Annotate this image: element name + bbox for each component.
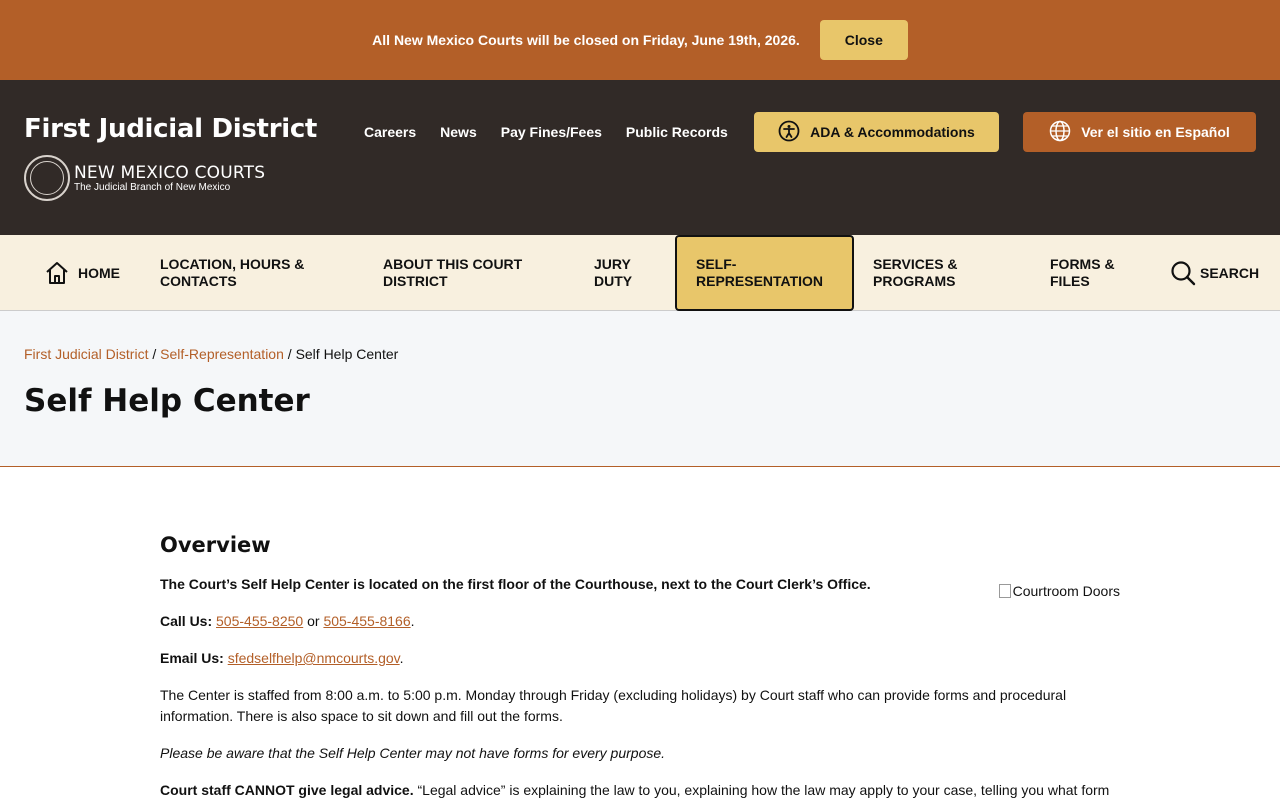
breadcrumb-current: Self Help Center xyxy=(295,346,399,362)
site-title[interactable]: First Judicial District xyxy=(24,114,317,144)
nav-home-label: HOME xyxy=(78,264,120,281)
brand-name: NEW MEXICO COURTS xyxy=(74,162,266,183)
page-header-band: First Judicial District / Self-Represent… xyxy=(0,311,1280,467)
phone-link-1[interactable]: 505-455-8250 xyxy=(216,613,303,629)
spanish-site-button[interactable]: Ver el sitio en Español xyxy=(1023,112,1256,152)
nav-forms-files[interactable]: FORMS & FILES xyxy=(1050,235,1140,311)
overview-heading: Overview xyxy=(160,533,271,557)
spanish-label: Ver el sitio en Español xyxy=(1081,124,1230,140)
util-link-news[interactable]: News xyxy=(440,124,477,140)
phone-link-2[interactable]: 505-455-8166 xyxy=(323,613,410,629)
nav-self-representation[interactable]: SELF-REPRESENTATION xyxy=(675,235,854,311)
util-link-public-records[interactable]: Public Records xyxy=(626,124,728,140)
call-label: Call Us: xyxy=(160,613,213,629)
brand-subtitle: The Judicial Branch of New Mexico xyxy=(74,181,231,193)
nav-location-hours[interactable]: LOCATION, HOURS & CONTACTS xyxy=(160,235,330,311)
utility-nav: Careers News Pay Fines/Fees Public Recor… xyxy=(364,124,728,140)
or-text: or xyxy=(307,613,320,629)
main-content: Overview Courtroom Doors The Court’s Sel… xyxy=(160,467,1120,800)
nav-jury-duty[interactable]: JURY DUTY xyxy=(594,235,654,311)
search-icon xyxy=(1170,260,1196,286)
forms-note-paragraph: Please be aware that the Self Help Cente… xyxy=(160,745,666,761)
email-label: Email Us: xyxy=(160,650,224,666)
ada-accommodations-button[interactable]: ADA & Accommodations xyxy=(754,112,999,152)
alert-message: All New Mexico Courts will be closed on … xyxy=(372,32,800,48)
location-paragraph: The Court’s Self Help Center is located … xyxy=(160,576,871,592)
page-title: Self Help Center xyxy=(24,383,310,419)
legal-advice-paragraph: Court staff CANNOT give legal advice. “L… xyxy=(160,780,1120,800)
courtroom-doors-image: Courtroom Doors xyxy=(998,583,1120,599)
nav-home[interactable]: HOME xyxy=(44,235,120,311)
breadcrumb-link-self-rep[interactable]: Self-Representation xyxy=(160,346,284,362)
phone-paragraph: Call Us: 505-455-8250 or 505-455-8166. xyxy=(160,613,415,629)
state-seal-icon xyxy=(24,155,70,201)
site-header: First Judicial District NEW MEXICO COURT… xyxy=(0,80,1280,235)
legal-advice-text: “Legal advice” is explaining the law to … xyxy=(417,782,1110,798)
staffed-paragraph: The Center is staffed from 8:00 a.m. to … xyxy=(160,687,1067,724)
nav-services-programs[interactable]: SERVICES & PROGRAMS xyxy=(873,235,993,311)
home-icon xyxy=(44,260,70,286)
image-alt-text: Courtroom Doors xyxy=(1012,583,1120,599)
util-link-careers[interactable]: Careers xyxy=(364,124,416,140)
broken-image-icon xyxy=(998,584,1011,598)
ada-label: ADA & Accommodations xyxy=(810,124,975,140)
email-link[interactable]: sfedselfhelp@nmcourts.gov xyxy=(228,650,400,666)
closure-alert-banner: All New Mexico Courts will be closed on … xyxy=(0,0,1280,80)
legal-advice-bold: Court staff CANNOT give legal advice. xyxy=(160,782,414,798)
util-link-pay-fines[interactable]: Pay Fines/Fees xyxy=(501,124,602,140)
nav-search-label: SEARCH xyxy=(1200,264,1260,281)
breadcrumb-link-district[interactable]: First Judicial District xyxy=(24,346,148,362)
alert-close-button[interactable]: Close xyxy=(819,20,908,60)
breadcrumb-separator: / xyxy=(287,346,292,362)
nav-about-court[interactable]: ABOUT THIS COURT DISTRICT xyxy=(383,235,553,311)
nav-search[interactable]: SEARCH xyxy=(1170,235,1259,311)
email-paragraph: Email Us: sfedselfhelp@nmcourts.gov. xyxy=(160,650,404,666)
breadcrumb-separator: / xyxy=(152,346,157,362)
nm-courts-logo[interactable]: NEW MEXICO COURTS The Judicial Branch of… xyxy=(24,155,265,201)
main-nav: HOME LOCATION, HOURS & CONTACTS ABOUT TH… xyxy=(0,235,1280,311)
globe-icon xyxy=(1049,120,1071,145)
breadcrumb: First Judicial District / Self-Represent… xyxy=(24,346,398,362)
accessibility-icon xyxy=(778,120,800,145)
